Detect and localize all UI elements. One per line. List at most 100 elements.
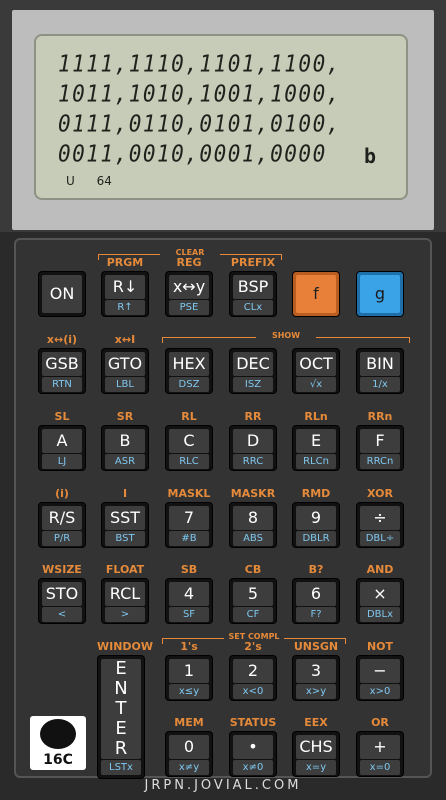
key-label: − xyxy=(360,659,400,683)
key-f-label: x↔(i) xyxy=(46,333,78,346)
key-label: GSB xyxy=(42,352,82,376)
hp16c-logo: 16C xyxy=(30,716,86,770)
key-label: RCL xyxy=(105,582,145,606)
key-k0[interactable]: 0 x≠y xyxy=(165,731,213,777)
key-label: + xyxy=(360,735,400,759)
key-on[interactable]: ON xyxy=(38,271,86,317)
key-chs[interactable]: CHS x=y xyxy=(292,731,340,777)
key-label: 7 xyxy=(169,506,209,530)
key-f-label: CB xyxy=(244,563,262,576)
key-e[interactable]: E RLCn xyxy=(292,425,340,471)
key-sst[interactable]: SST BST xyxy=(101,502,149,548)
key-f-label: MASKR xyxy=(230,487,276,500)
key-label: x↔y xyxy=(169,275,209,299)
key-dot[interactable]: • x≠0 xyxy=(229,731,277,777)
key-label: R/S xyxy=(42,506,82,530)
clear-label: CLEAR xyxy=(160,248,220,257)
key-label: 0 xyxy=(169,735,209,759)
key-label: 9 xyxy=(296,506,336,530)
key-g-label: > xyxy=(105,607,145,622)
key-label: BIN xyxy=(360,352,400,376)
key-f-label: SR xyxy=(116,410,134,423)
key-g-label: DBLR xyxy=(296,531,336,546)
key-g-label: x=0 xyxy=(360,760,400,775)
key-g-label: x≤y xyxy=(169,684,209,699)
key-oct[interactable]: OCT √x xyxy=(292,348,340,394)
key-bin[interactable]: BIN 1/x xyxy=(356,348,404,394)
key-rs[interactable]: R/S P/R xyxy=(38,502,86,548)
key-d[interactable]: D RRC xyxy=(229,425,277,471)
key-label: HEX xyxy=(169,352,209,376)
key-g-label: x≠0 xyxy=(233,760,273,775)
key-g-label: x≠y xyxy=(169,760,209,775)
key-hex[interactable]: HEX DSZ xyxy=(165,348,213,394)
key-f-label: SB xyxy=(180,563,198,576)
key-label: OCT xyxy=(296,352,336,376)
key-g-label: RRC xyxy=(233,454,273,469)
key-label: B xyxy=(105,429,145,453)
key-c[interactable]: C RLC xyxy=(165,425,213,471)
key-rdown[interactable]: R↓ R↑ xyxy=(101,271,149,317)
key-k9[interactable]: 9 DBLR xyxy=(292,502,340,548)
key-label: CHS xyxy=(296,735,336,759)
key-label: A xyxy=(42,429,82,453)
set-compl-label: SET COMPL xyxy=(224,632,284,641)
key-k1[interactable]: 1 x≤y xyxy=(165,655,213,701)
key-k6[interactable]: 6 F? xyxy=(292,578,340,624)
display-area: 1111,1110,1101,1100, 1011,1010,1001,1000… xyxy=(0,0,446,232)
key-f-label: FLOAT xyxy=(105,563,145,576)
key-sub[interactable]: − x>0 xyxy=(356,655,404,701)
key-g[interactable]: g xyxy=(356,271,404,317)
key-g-label: RTN xyxy=(42,377,82,392)
key-dec[interactable]: DEC ISZ xyxy=(229,348,277,394)
key-g-label: 1/x xyxy=(360,377,400,392)
key-label: f xyxy=(296,275,336,313)
key-k3[interactable]: 3 x>y xyxy=(292,655,340,701)
key-rcl[interactable]: RCL > xyxy=(101,578,149,624)
key-f-label: OR xyxy=(371,716,389,729)
key-fkey[interactable]: F RRCn xyxy=(356,425,404,471)
key-k7[interactable]: 7 #B xyxy=(165,502,213,548)
key-g-label: ABS xyxy=(233,531,273,546)
key-g-label: LJ xyxy=(42,454,82,469)
key-label: • xyxy=(233,735,273,759)
key-g-label: CLx xyxy=(233,300,273,315)
key-gto[interactable]: GTO LBL xyxy=(101,348,149,394)
key-xy[interactable]: x↔y PSE xyxy=(165,271,213,317)
key-f-label: STATUS xyxy=(229,716,277,729)
key-k2[interactable]: 2 x<0 xyxy=(229,655,277,701)
key-b[interactable]: B ASR xyxy=(101,425,149,471)
key-add[interactable]: + x=0 xyxy=(356,731,404,777)
key-label: ÷ xyxy=(360,506,400,530)
key-f-label: NOT xyxy=(366,640,394,653)
key-g-label: RRCn xyxy=(360,454,400,469)
key-f-label: EEX xyxy=(304,716,328,729)
key-enter[interactable]: E N T E R LSTx xyxy=(97,655,145,779)
key-g-label: RLCn xyxy=(296,454,336,469)
key-sto[interactable]: STO < xyxy=(38,578,86,624)
key-label: 1 xyxy=(169,659,209,683)
key-label: 8 xyxy=(233,506,273,530)
lcd-row: 0111,0110,0101,0100, xyxy=(58,110,341,138)
key-bsp[interactable]: BSP CLx xyxy=(229,271,277,317)
key-f-label: RLn xyxy=(304,410,328,423)
key-f-label: WINDOW xyxy=(96,640,154,653)
key-label: ENTER xyxy=(101,659,141,759)
key-k8[interactable]: 8 ABS xyxy=(229,502,277,548)
key-div[interactable]: ÷ DBL÷ xyxy=(356,502,404,548)
key-label: 4 xyxy=(169,582,209,606)
key-k5[interactable]: 5 CF xyxy=(229,578,277,624)
key-a[interactable]: A LJ xyxy=(38,425,86,471)
key-f-label: MASKL xyxy=(167,487,211,500)
key-label: D xyxy=(233,429,273,453)
key-label: F xyxy=(360,429,400,453)
key-label: E xyxy=(296,429,336,453)
key-label: GTO xyxy=(105,352,145,376)
key-k4[interactable]: 4 SF xyxy=(165,578,213,624)
key-g-label: #B xyxy=(169,531,209,546)
key-label: × xyxy=(360,582,400,606)
key-gsb[interactable]: GSB RTN xyxy=(38,348,86,394)
key-f[interactable]: f xyxy=(292,271,340,317)
key-g-label: LSTx xyxy=(101,760,141,775)
key-mul[interactable]: × DBLx xyxy=(356,578,404,624)
